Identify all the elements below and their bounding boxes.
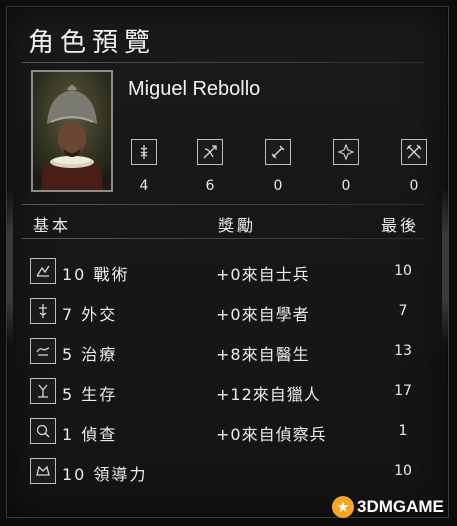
skill-label: 7 外交 bbox=[62, 305, 118, 324]
skill-final: 13 bbox=[394, 343, 412, 359]
skill-final: 17 bbox=[394, 383, 412, 399]
title-divider bbox=[22, 62, 424, 63]
healing-icon[interactable] bbox=[30, 338, 56, 364]
character-name: Miguel Rebollo bbox=[128, 78, 261, 100]
tactics-icon[interactable] bbox=[30, 258, 56, 284]
header-basic: 基本 bbox=[33, 216, 72, 235]
stat-value: 6 bbox=[205, 178, 215, 194]
leadership-icon[interactable] bbox=[30, 458, 56, 484]
skill-label: 5 治療 bbox=[62, 345, 118, 364]
stats-divider bbox=[22, 204, 424, 205]
stat-value: 0 bbox=[341, 178, 351, 194]
header-final: 最後 bbox=[381, 216, 420, 235]
frame-ornament-left bbox=[7, 187, 13, 347]
skill-final: 1 bbox=[398, 423, 408, 439]
watermark-logo-icon: ★ bbox=[332, 496, 354, 518]
panel-title: 角色預覽 bbox=[28, 28, 157, 58]
site-watermark: ★ 3DMGAME bbox=[332, 496, 444, 518]
compass-star-icon[interactable] bbox=[333, 139, 359, 165]
skill-label: 5 生存 bbox=[62, 385, 118, 404]
frame-ornament-right bbox=[442, 187, 448, 347]
skill-final: 10 bbox=[394, 463, 412, 479]
portrait-image bbox=[33, 72, 111, 190]
stat-value: 4 bbox=[139, 178, 149, 194]
skill-label: 10 領導力 bbox=[62, 465, 148, 484]
skill-bonus: +0來自偵察兵 bbox=[216, 425, 327, 444]
skill-label: 10 戰術 bbox=[62, 265, 130, 284]
header-divider bbox=[22, 238, 424, 239]
skill-label: 1 偵查 bbox=[62, 425, 118, 444]
skill-bonus: +0來自學者 bbox=[216, 305, 310, 324]
skill-bonus: +8來自醫生 bbox=[216, 345, 310, 364]
scouting-icon[interactable] bbox=[30, 418, 56, 444]
skill-bonus: +12來自獵人 bbox=[216, 385, 321, 404]
caduceus-icon[interactable] bbox=[131, 139, 157, 165]
header-bonus: 獎勵 bbox=[218, 216, 257, 235]
diplomacy-icon[interactable] bbox=[30, 298, 56, 324]
stat-value: 0 bbox=[409, 178, 419, 194]
bow-arrow-icon[interactable] bbox=[197, 139, 223, 165]
sword-icon[interactable] bbox=[265, 139, 291, 165]
crossed-swords-icon[interactable] bbox=[401, 139, 427, 165]
watermark-text: 3DMGAME bbox=[357, 497, 444, 516]
survival-icon[interactable] bbox=[30, 378, 56, 404]
stat-value: 0 bbox=[273, 178, 283, 194]
skill-final: 7 bbox=[398, 303, 408, 319]
skill-final: 10 bbox=[394, 263, 412, 279]
character-portrait[interactable] bbox=[31, 70, 113, 192]
skill-bonus: +0來自士兵 bbox=[216, 265, 310, 284]
